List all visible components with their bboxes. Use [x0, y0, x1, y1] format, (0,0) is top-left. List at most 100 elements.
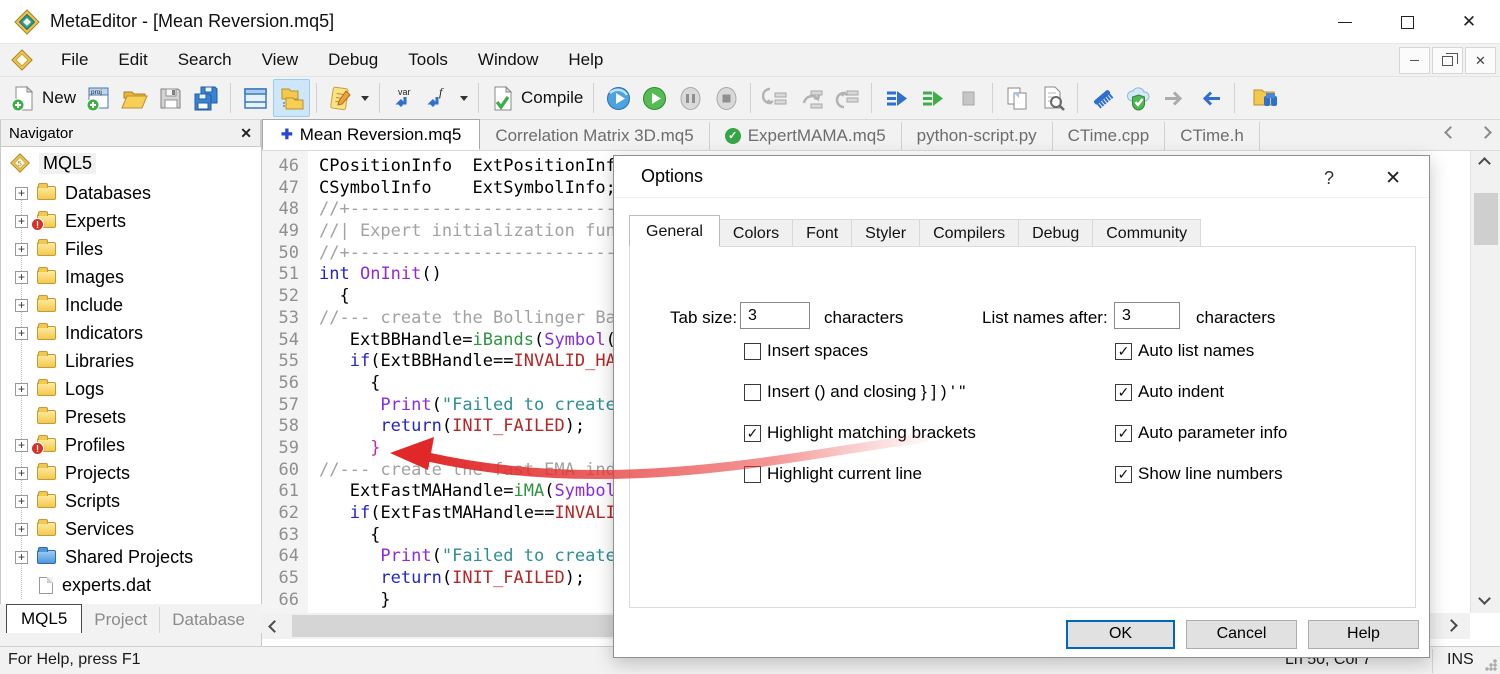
step-into-button[interactable]: [757, 79, 793, 117]
checkbox-highlight-current-line[interactable]: Highlight current line: [744, 465, 976, 483]
expand-plus-icon[interactable]: +: [15, 551, 28, 564]
checkbox-insert-spaces[interactable]: Insert spaces: [744, 342, 976, 360]
insert-function-button[interactable]: f: [422, 79, 472, 117]
list-names-input[interactable]: [1114, 302, 1180, 329]
new-project-button[interactable]: proj: [80, 79, 116, 117]
checkbox-insert-and-closing[interactable]: Insert () and closing } ] ) ' ": [744, 383, 976, 401]
toggle-layout-button[interactable]: [237, 79, 273, 117]
expand-plus-icon[interactable]: +: [15, 495, 28, 508]
tab-scroll-left-icon[interactable]: [1444, 126, 1457, 139]
tab-size-input[interactable]: [740, 302, 810, 329]
expand-plus-icon[interactable]: +: [15, 271, 28, 284]
tree-item-databases[interactable]: +Databases: [1, 179, 261, 207]
compile-button[interactable]: Compile: [485, 79, 587, 117]
tree-item-files[interactable]: +Files: [1, 235, 261, 263]
checkbox-show-line-numbers[interactable]: ✓Show line numbers: [1115, 465, 1287, 483]
scroll-left-icon[interactable]: [268, 620, 281, 633]
checkbox-auto-indent[interactable]: ✓Auto indent: [1115, 383, 1287, 401]
scroll-up-icon[interactable]: [1478, 157, 1491, 170]
expand-plus-icon[interactable]: +: [15, 187, 28, 200]
tree-item-images[interactable]: +Images: [1, 263, 261, 291]
dialog-help-icon[interactable]: ?: [1324, 168, 1334, 189]
menu-tools[interactable]: Tools: [393, 45, 463, 75]
tree-item-presets[interactable]: Presets: [1, 403, 261, 431]
menu-help[interactable]: Help: [553, 45, 618, 75]
editor-tab-correlation-matrix-3d-mq5[interactable]: Correlation Matrix 3D.mq5: [480, 122, 709, 150]
checkbox[interactable]: ✓: [1115, 343, 1132, 360]
expand-plus-icon[interactable]: +: [15, 299, 28, 312]
save-button[interactable]: [152, 79, 188, 117]
scroll-down-icon[interactable]: [1478, 592, 1491, 605]
editor-tab-ctime-cpp[interactable]: CTime.cpp: [1053, 122, 1166, 150]
mdi-minimize-button[interactable]: [1399, 47, 1430, 74]
checkbox[interactable]: ✓: [1115, 466, 1132, 483]
cloud-check-button[interactable]: [1120, 79, 1156, 117]
checkbox[interactable]: ✓: [744, 425, 761, 442]
stop-debug-button[interactable]: [708, 79, 744, 117]
tree-item-shared-projects[interactable]: +Shared Projects: [1, 543, 261, 571]
menu-search[interactable]: Search: [163, 45, 247, 75]
insert-var-button[interactable]: var: [386, 79, 422, 117]
tree-item-experts-dat[interactable]: experts.dat: [1, 571, 261, 599]
maximize-button[interactable]: [1376, 0, 1438, 44]
options-tab-community[interactable]: Community: [1093, 219, 1201, 247]
step-out-button[interactable]: [829, 79, 865, 117]
editor-tab-ctime-h[interactable]: CTime.h: [1165, 122, 1260, 150]
options-tab-font[interactable]: Font: [793, 219, 852, 247]
checkbox-highlight-matching-brackets[interactable]: ✓Highlight matching brackets: [744, 424, 976, 442]
checkbox-auto-parameter-info[interactable]: ✓Auto parameter info: [1115, 424, 1287, 442]
menu-view[interactable]: View: [247, 45, 314, 75]
debug-history-button[interactable]: [600, 79, 636, 117]
snippets-button[interactable]: [323, 79, 373, 117]
show-breakpoints-button[interactable]: [878, 79, 914, 117]
expand-plus-icon[interactable]: +: [15, 243, 28, 256]
checkbox[interactable]: [744, 343, 761, 360]
step-over-button[interactable]: [793, 79, 829, 117]
checkbox-auto-list-names[interactable]: ✓Auto list names: [1115, 342, 1287, 360]
editor-tab-mean-reversion-mq5[interactable]: ✚Mean Reversion.mq5: [262, 119, 480, 150]
navigator-tab-mql5[interactable]: MQL5: [6, 604, 82, 633]
run-profiler-button[interactable]: [914, 79, 950, 117]
navigator-tab-project[interactable]: Project: [82, 607, 160, 633]
expand-plus-icon[interactable]: +: [15, 467, 28, 480]
mdi-restore-button[interactable]: [1432, 47, 1463, 74]
editor-tab-expertmama-mq5[interactable]: ✓ExpertMAMA.mq5: [710, 122, 902, 150]
checkbox[interactable]: [744, 384, 761, 401]
tree-root-mql5[interactable]: 5 MQL5: [1, 147, 261, 179]
navigator-tab-database[interactable]: Database: [160, 607, 257, 633]
resize-grip[interactable]: [1484, 658, 1498, 672]
options-tab-debug[interactable]: Debug: [1019, 219, 1093, 247]
menu-debug[interactable]: Debug: [313, 45, 393, 75]
tree-item-libraries[interactable]: Libraries: [1, 347, 261, 375]
navigate-forward-button[interactable]: [1156, 79, 1192, 117]
search-in-files-button[interactable]: [1035, 79, 1071, 117]
pause-debug-button[interactable]: [672, 79, 708, 117]
tree-item-projects[interactable]: +Projects: [1, 459, 261, 487]
menu-edit[interactable]: Edit: [103, 45, 162, 75]
menu-window[interactable]: Window: [463, 45, 553, 75]
options-tab-compilers[interactable]: Compilers: [920, 219, 1019, 247]
tab-scroll-right-icon[interactable]: [1479, 126, 1492, 139]
navigator-close-icon[interactable]: ✕: [240, 125, 252, 142]
options-tab-colors[interactable]: Colors: [720, 219, 793, 247]
expand-plus-icon[interactable]: +: [15, 215, 28, 228]
close-button[interactable]: ✕: [1438, 0, 1500, 44]
dialog-close-icon[interactable]: ✕: [1385, 167, 1401, 190]
open-button[interactable]: [116, 79, 152, 117]
checkbox[interactable]: ✓: [1115, 384, 1132, 401]
tree-item-services[interactable]: +Services: [1, 515, 261, 543]
checkbox[interactable]: [744, 466, 761, 483]
expand-plus-icon[interactable]: +: [15, 383, 28, 396]
expand-plus-icon[interactable]: +: [15, 439, 28, 452]
help-button[interactable]: Help: [1308, 620, 1419, 649]
expand-plus-icon[interactable]: +: [15, 523, 28, 536]
vertical-scrollbar[interactable]: [1470, 151, 1500, 613]
minimize-button[interactable]: [1314, 0, 1376, 44]
styler-button[interactable]: [1084, 79, 1120, 117]
tree-item-indicators[interactable]: +Indicators: [1, 319, 261, 347]
new-file-button[interactable]: New: [6, 79, 80, 117]
save-all-button[interactable]: [188, 79, 224, 117]
menu-file[interactable]: File: [46, 45, 103, 75]
search-in-folder-button[interactable]: [1247, 79, 1283, 117]
tree-item-experts[interactable]: +!Experts: [1, 207, 261, 235]
